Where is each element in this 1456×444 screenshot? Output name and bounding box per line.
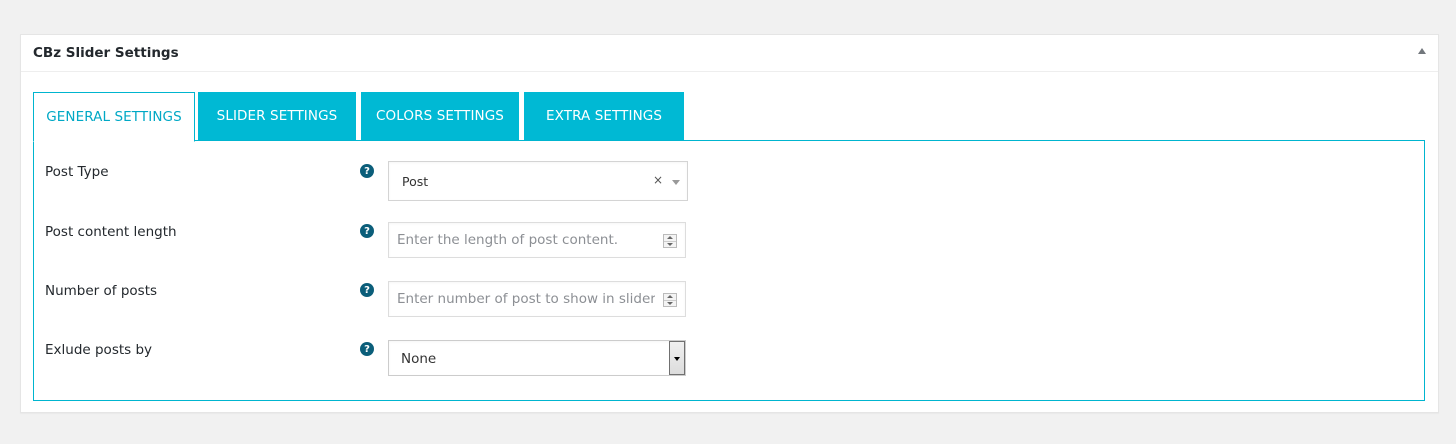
tab-colors-settings[interactable]: COLORS SETTINGS [361,92,519,140]
chevron-down-icon[interactable] [672,180,680,185]
exclude-by-select[interactable]: None [388,340,686,376]
clear-selection-icon[interactable]: × [653,173,663,187]
num-posts-label: Number of posts [45,283,158,299]
content-length-field [388,222,686,258]
content-length-input[interactable] [389,223,685,257]
exclude-by-label: Exlude posts by [45,342,153,358]
spinner-divider [664,241,676,242]
tab-slider-settings[interactable]: SLIDER SETTINGS [198,92,356,140]
post-type-label: Post Type [45,164,109,180]
post-type-value: Post [402,174,429,189]
help-icon[interactable]: ? [360,164,374,178]
spin-up-icon[interactable] [667,236,673,239]
tab-label: GENERAL SETTINGS [46,109,182,125]
number-spinner[interactable] [663,293,677,307]
content-length-label: Post content length [45,224,177,240]
metabox-title: CBz Slider Settings [33,45,179,61]
num-posts-input[interactable] [389,282,685,316]
spin-up-icon[interactable] [667,295,673,298]
help-icon[interactable]: ? [360,283,374,297]
tab-general-settings[interactable]: GENERAL SETTINGS [33,92,195,142]
post-type-select[interactable]: Post × [388,161,688,201]
tab-label: EXTRA SETTINGS [545,108,662,124]
exclude-by-value: None [401,351,437,367]
help-icon[interactable]: ? [360,224,374,238]
spin-down-icon[interactable] [667,243,673,246]
dropdown-arrow-icon[interactable] [669,341,685,375]
general-settings-panel: Post Type ? Post × Post content length ?… [33,140,1425,401]
tab-label: COLORS SETTINGS [376,108,504,124]
tab-label: SLIDER SETTINGS [216,108,338,124]
collapse-toggle-icon[interactable] [1418,48,1426,54]
metabox-header: CBz Slider Settings [21,35,1438,72]
tab-extra-settings[interactable]: EXTRA SETTINGS [524,92,684,140]
num-posts-field [388,281,686,317]
number-spinner[interactable] [663,234,677,248]
spinner-divider [664,300,676,301]
slider-settings-metabox: CBz Slider Settings GENERAL SETTINGS SLI… [20,34,1439,413]
help-icon[interactable]: ? [360,342,374,356]
spin-down-icon[interactable] [667,302,673,305]
